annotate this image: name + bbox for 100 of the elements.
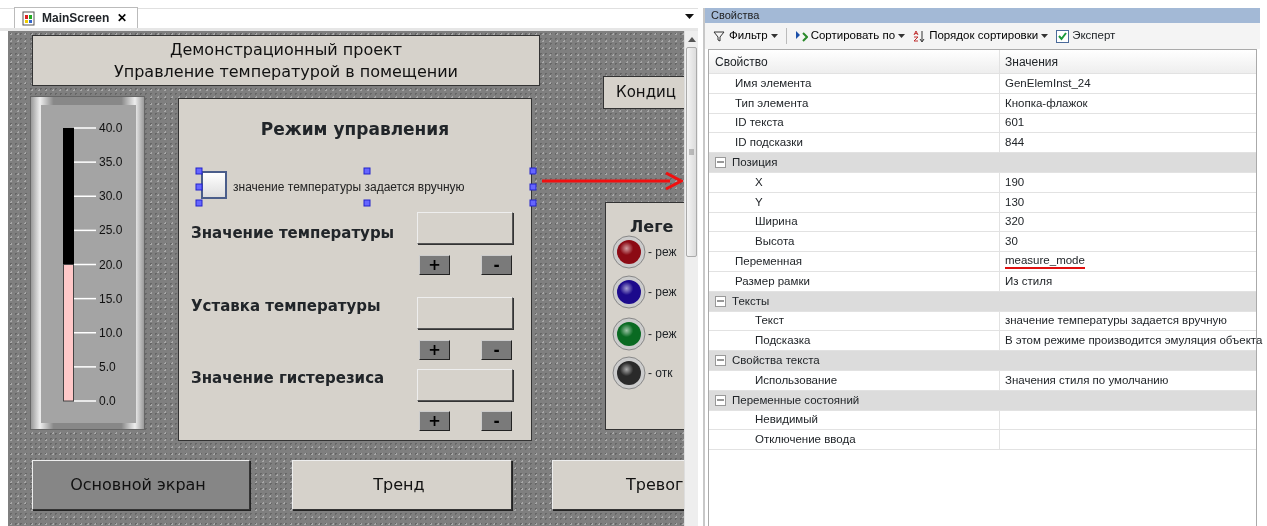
plus-button[interactable]: +	[419, 340, 450, 360]
editor-tab[interactable]: MainScreen ✕	[14, 7, 139, 28]
property-name: ID подсказки	[734, 135, 804, 151]
property-value: Кнопка-флажок	[1005, 95, 1088, 111]
legend-label: - реж	[648, 244, 677, 261]
group-name: Свойства текста	[732, 352, 820, 368]
property-name: X	[754, 174, 764, 190]
toolbar-dropdown[interactable]: Сортировать по	[792, 27, 908, 45]
scale-label: 5.0	[99, 359, 116, 374]
scale-tick	[73, 297, 97, 300]
toolbar-dropdown[interactable]: Фильтр	[711, 27, 780, 45]
property-value: 844	[1005, 135, 1025, 151]
caret-icon	[685, 14, 694, 19]
scale-tick	[73, 400, 97, 402]
scale-label: 0.0	[99, 394, 116, 408]
property-name: Переменная	[734, 253, 804, 269]
property-value: Значения стиля по умолчанию	[1005, 372, 1169, 388]
sort-icon	[794, 29, 808, 43]
minus-button[interactable]: -	[481, 411, 512, 431]
group-name: Переменные состояний	[732, 392, 860, 408]
input-field[interactable]	[417, 297, 513, 329]
filter-icon	[713, 29, 726, 43]
input-field[interactable]	[417, 212, 513, 244]
scale-tick	[73, 229, 97, 232]
property-value: 601	[1005, 115, 1025, 131]
scale-tick	[73, 366, 97, 368]
property-value: В этом режиме производится эмуляция объекта	[1005, 333, 1263, 349]
checkbox-label: значение температуры задается вручную	[233, 179, 465, 196]
caret-icon	[898, 34, 906, 38]
collapse-button[interactable]	[715, 295, 726, 307]
property-name: Y	[754, 194, 764, 210]
legend-label: - отк	[648, 365, 673, 382]
header-text: Управление температурой в помещении	[114, 60, 458, 83]
property-name: Ширина	[754, 214, 799, 230]
property-name: ID текста	[734, 115, 785, 131]
field-label: Уставка температуры	[191, 296, 381, 317]
tab-title: MainScreen	[42, 10, 110, 27]
property-name: Текст	[754, 313, 785, 329]
input-field[interactable]	[417, 369, 513, 401]
plus-button[interactable]: +	[419, 411, 450, 431]
scale-label: 40.0	[99, 121, 123, 135]
scale-tick	[73, 161, 97, 163]
grip-icon	[689, 149, 694, 155]
dropdown-button[interactable]	[685, 14, 694, 19]
screen-button[interactable]: Кондиц	[603, 76, 684, 109]
legend-label: - реж	[648, 284, 677, 301]
property-name: Имя элемента	[734, 75, 813, 91]
legend-title: Леге	[630, 216, 674, 238]
field-label: Значение гистерезиса	[191, 368, 385, 389]
property-name: Высота	[754, 234, 796, 250]
selection-handles-drawing[interactable]	[195, 167, 537, 207]
property-value: 190	[1005, 174, 1025, 190]
property-name: Использование	[754, 372, 839, 388]
scale-tick	[73, 263, 97, 266]
property-name: Подсказка	[754, 333, 812, 349]
nav-button[interactable]: Тренд	[292, 460, 512, 510]
panel-title: Режим управления	[259, 118, 451, 141]
panel-title: Свойства	[705, 8, 1260, 23]
property-value: GenElemInst_24	[1005, 75, 1091, 91]
property-name: Отключение ввода	[754, 432, 857, 448]
minus-button[interactable]: -	[481, 255, 512, 275]
scrollbar-thumb[interactable]	[686, 47, 697, 257]
caret-icon	[687, 36, 696, 42]
checkbox[interactable]	[201, 171, 227, 199]
scale-label: 10.0	[99, 325, 123, 340]
property-value: measure_mode	[1005, 254, 1085, 270]
header-text: Демонстрационный проект	[169, 38, 403, 61]
property-value: 130	[1005, 194, 1025, 210]
property-name: Тип элемента	[734, 95, 810, 111]
caret-icon	[770, 34, 778, 38]
property-value: Из стиля	[1005, 273, 1053, 289]
close-button[interactable]: ✕	[115, 9, 130, 27]
scale-tick	[73, 127, 97, 129]
column-header: Свойство	[714, 53, 769, 71]
property-value: 30	[1005, 234, 1018, 250]
expert-checkbox[interactable]: Эксперт	[1054, 27, 1118, 45]
legend-label: - реж	[648, 326, 677, 343]
nav-button[interactable]: Тревог	[552, 460, 684, 510]
minus-button[interactable]: -	[481, 340, 512, 360]
collapse-button[interactable]	[715, 394, 726, 406]
collapse-button[interactable]	[715, 157, 726, 169]
field-label: Значение температуры	[191, 223, 395, 244]
property-name: Невидимый	[754, 412, 819, 428]
scale-label: 35.0	[99, 155, 123, 170]
plus-button[interactable]: +	[419, 255, 450, 275]
scale-label: 15.0	[99, 291, 123, 306]
toolbar-dropdown[interactable]: Порядок сортировки	[911, 27, 1051, 45]
scale-tick	[73, 332, 97, 334]
scale-label: 30.0	[99, 189, 123, 204]
scale-tick	[73, 195, 97, 197]
group-name: Тексты	[732, 293, 770, 309]
group-name: Позиция	[732, 154, 778, 170]
scale-label: 20.0	[99, 257, 123, 272]
property-value: значение температуры задается вручную	[1005, 313, 1227, 329]
caret-icon	[1041, 34, 1049, 38]
collapse-button[interactable]	[715, 355, 726, 367]
nav-button[interactable]: Основной экран	[32, 460, 250, 510]
property-value: 320	[1005, 214, 1025, 230]
property-name: Размер рамки	[734, 273, 811, 289]
column-header: Значения	[999, 50, 1256, 73]
